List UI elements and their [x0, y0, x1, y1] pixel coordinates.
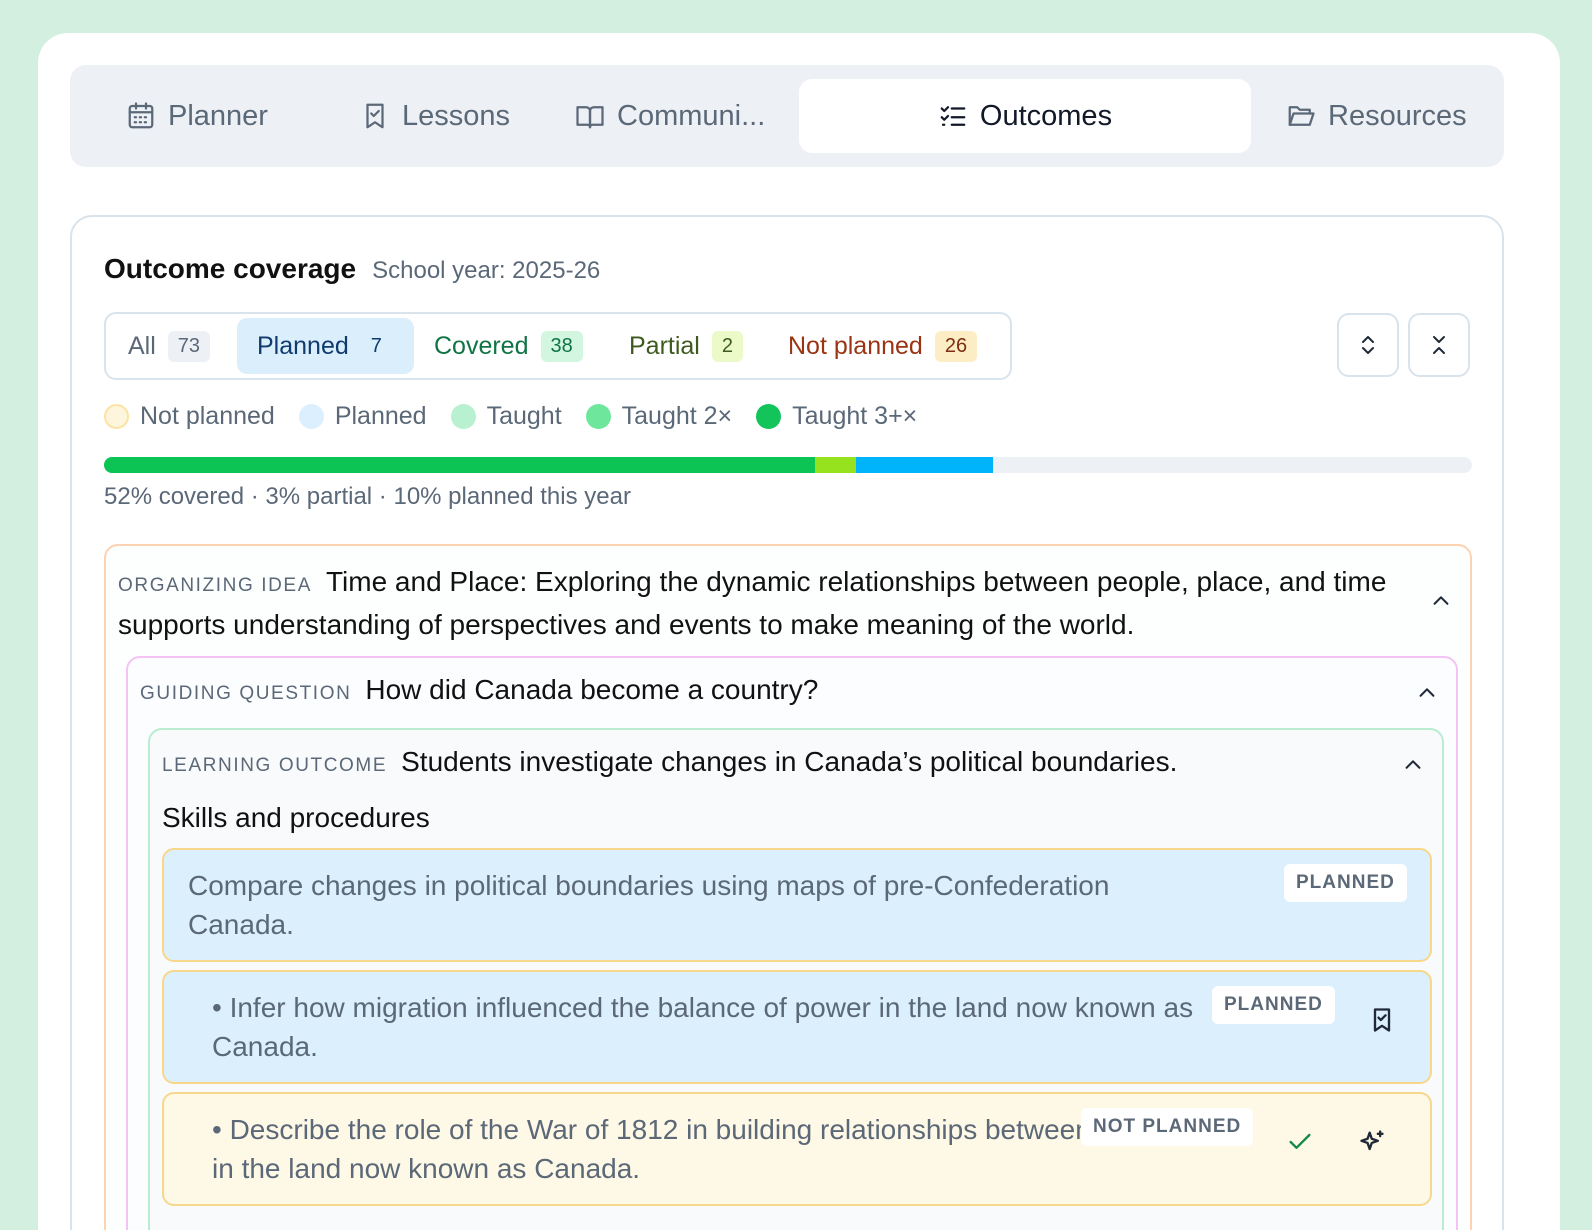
filter-planned-count: 7	[370, 334, 382, 357]
filter-not-planned-label: Not planned	[788, 331, 923, 360]
status-badge: PLANNED	[1284, 864, 1407, 902]
progress-planned	[856, 457, 994, 473]
status-filter-group: All 73 Planned 7 Covered 38 Partial 2 No…	[104, 312, 1012, 380]
guiding-question-section: Guiding question How did Canada become a…	[126, 656, 1458, 1230]
legend-planned: Planned	[298, 402, 427, 431]
filter-all-count: 73	[167, 330, 211, 362]
legend-dot	[756, 404, 782, 429]
organizing-idea-header[interactable]: Organizing idea Time and Place: Exploring…	[118, 562, 1408, 644]
filter-all[interactable]: All 73	[128, 318, 211, 374]
tab-community[interactable]: Communi...	[575, 65, 765, 167]
bookmark-icon	[366, 103, 384, 129]
legend-label: Taught 2×	[621, 402, 733, 430]
outcome-item[interactable]: • Infer how migration influenced the bal…	[162, 970, 1432, 1084]
calendar-icon	[128, 102, 154, 129]
outcome-item[interactable]: Compare changes in political boundaries …	[162, 848, 1432, 962]
tab-resources[interactable]: Resources	[1286, 65, 1467, 167]
legend-taught-2x: Taught 2×	[585, 402, 733, 431]
list-checks-icon	[940, 106, 966, 126]
tab-lessons-label: Lessons	[402, 99, 511, 132]
legend-label: Not planned	[140, 402, 275, 430]
filter-not-planned[interactable]: Not planned 26	[788, 318, 978, 374]
tab-outcomes-label: Outcomes	[979, 99, 1113, 132]
legend-taught: Taught	[450, 402, 562, 431]
progress-covered	[104, 457, 816, 473]
chevron-up-icon[interactable]	[1416, 682, 1438, 704]
tab-community-label: Communi...	[617, 99, 766, 132]
sparkles-icon[interactable]	[1358, 1128, 1386, 1156]
bookmark-check-icon[interactable]	[1368, 1006, 1396, 1034]
skills-procedures-heading: Skills and procedures	[162, 802, 430, 833]
status-badge: NOT PLANNED	[1081, 1108, 1254, 1146]
legend-label: Taught 3+×	[792, 402, 918, 430]
learning-outcome-text: Students investigate changes in Canada’s…	[401, 746, 1178, 777]
coverage-title: Outcome coverage	[104, 253, 357, 284]
chevrons-up-down-icon	[1362, 336, 1374, 354]
legend-dot	[450, 404, 476, 429]
check-icon[interactable]	[1286, 1128, 1314, 1156]
filter-partial[interactable]: Partial 2	[629, 318, 743, 374]
legend-dot	[104, 404, 129, 429]
filter-covered-count: 38	[540, 330, 583, 362]
legend-label: Planned	[334, 402, 427, 430]
collapse-all-button[interactable]	[1408, 313, 1470, 377]
filter-all-label: All	[128, 331, 156, 360]
legend-not-planned: Not planned	[104, 402, 275, 431]
tab-planner[interactable]: Planner	[126, 65, 268, 167]
status-badge: PLANNED	[1212, 986, 1335, 1024]
outcome-item-text: Compare changes in political boundaries …	[188, 870, 1110, 940]
coverage-progress-bar	[104, 457, 1472, 473]
chevron-up-icon[interactable]	[1430, 590, 1452, 612]
legend-taught-3x: Taught 3+×	[756, 402, 917, 431]
school-year: School year: 2025-26	[372, 257, 601, 284]
filter-covered[interactable]: Covered 38	[434, 318, 583, 374]
tab-lessons[interactable]: Lessons	[360, 65, 510, 167]
outcome-coverage-card: Outcome coverage School year: 2025-26 Al…	[70, 215, 1504, 1230]
legend-dot	[585, 404, 611, 429]
app-frame: Planner Lessons Communi... Outcomes Reso…	[38, 33, 1560, 1230]
learning-outcome-header[interactable]: Learning outcome Students investigate ch…	[162, 746, 1177, 778]
coverage-legend: Not planned Planned Taught Taught 2× Tau…	[104, 402, 941, 431]
guiding-question-header[interactable]: Guiding question How did Canada become a…	[140, 674, 818, 706]
outcome-item-text: • Describe the role of the War of 1812 i…	[212, 1114, 1185, 1184]
outcome-item-text: • Infer how migration influenced the bal…	[212, 992, 1194, 1062]
book-open-icon	[576, 106, 604, 129]
filter-partial-label: Partial	[629, 331, 700, 360]
filter-not-planned-count: 26	[934, 330, 978, 362]
tab-bar: Planner Lessons Communi... Outcomes Reso…	[70, 65, 1504, 167]
coverage-header: Outcome coverage School year: 2025-26	[104, 253, 600, 285]
filter-partial-count: 2	[711, 330, 743, 362]
filter-planned-label: Planned	[257, 331, 349, 360]
learning-outcome-section: Learning outcome Students investigate ch…	[148, 728, 1444, 1230]
guiding-question-label: Guiding question	[140, 683, 352, 704]
expand-all-button[interactable]	[1337, 313, 1399, 377]
outcome-item[interactable]: • Describe the role of the War of 1812 i…	[162, 1092, 1432, 1206]
chevrons-down-up-icon	[1433, 336, 1445, 354]
tab-outcomes[interactable]: Outcomes	[799, 79, 1251, 153]
learning-outcome-label: Learning outcome	[162, 755, 388, 776]
filter-covered-label: Covered	[434, 331, 529, 360]
filter-planned[interactable]: Planned 7	[237, 318, 414, 374]
folder-open-icon	[1288, 106, 1315, 126]
tab-resources-label: Resources	[1328, 99, 1467, 132]
legend-label: Taught	[486, 402, 562, 430]
tab-planner-label: Planner	[168, 99, 268, 132]
guiding-question-text: How did Canada become a country?	[365, 674, 819, 705]
chevron-up-icon[interactable]	[1402, 754, 1424, 776]
organizing-idea-section: Organizing idea Time and Place: Exploring…	[104, 544, 1472, 1230]
legend-dot	[298, 404, 324, 429]
coverage-summary: 52% covered · 3% partial · 10% planned t…	[104, 483, 631, 510]
organizing-idea-label: Organizing idea	[118, 575, 312, 596]
progress-partial	[815, 457, 857, 473]
